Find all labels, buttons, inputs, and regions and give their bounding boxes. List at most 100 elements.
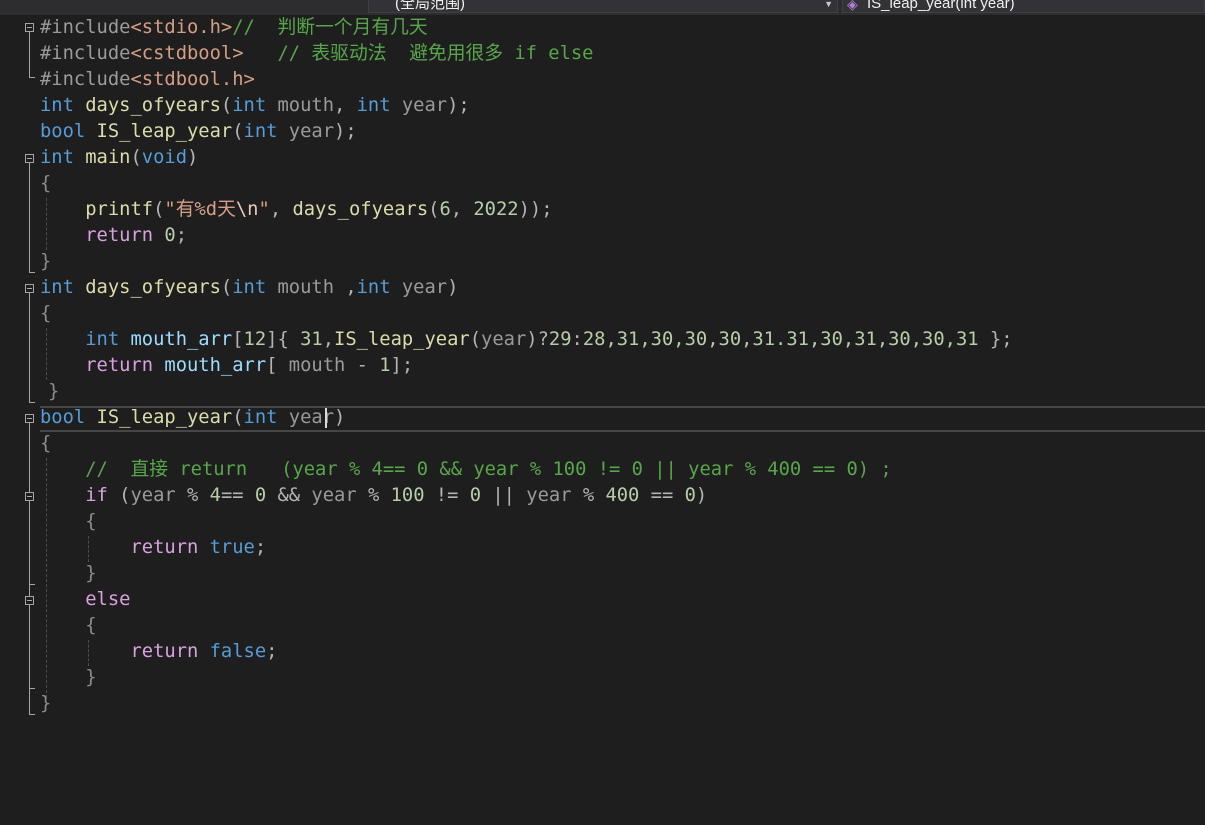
code-line-23: else [40, 587, 130, 613]
navigation-bar: (全局范围) ▼ ◈ IS_leap_year(int year) [0, 0, 1205, 15]
operator: % [175, 485, 210, 506]
preprocessor-directive: #include [40, 43, 131, 64]
operator: - [345, 355, 380, 376]
boolean-literal: false [209, 641, 267, 662]
operator: != [424, 485, 470, 506]
code-line-6: int main(void) [40, 145, 198, 171]
code-line-16: bool IS_leap_year(int year) [40, 405, 345, 431]
number-literal: 0 [254, 485, 267, 506]
code-line-2: #include<cstdbool> // 表驱动法 避免用很多 if else [40, 41, 594, 67]
code-line-19: if (year % 4== 0 && year % 100 != 0 || y… [40, 483, 707, 509]
type-keyword: int [232, 277, 267, 298]
control-keyword: return [130, 641, 199, 662]
code-editor[interactable]: #include<stdio.h>// 判断一个月有几天 #include<cs… [0, 15, 1205, 825]
paren: ) [526, 329, 538, 350]
function-name: main [73, 147, 131, 168]
close-brace: } [85, 667, 97, 688]
code-line-17: { [40, 431, 51, 457]
bracket: [ [266, 355, 278, 376]
fold-line [29, 501, 30, 584]
fold-end-marker [29, 77, 35, 78]
paren: ) [187, 147, 199, 168]
collapse-box-icon[interactable] [25, 23, 34, 32]
text-caret [325, 408, 327, 428]
code-line-9: return 0; [40, 223, 187, 249]
include-header: <cstdbool> [130, 43, 244, 64]
fold-line [29, 293, 30, 402]
paren: ) [447, 277, 459, 298]
code-comment: // 表驱动法 避免用很多 if else [277, 43, 594, 64]
method-icon: ◈ [847, 0, 858, 12]
control-keyword: return [85, 225, 154, 246]
close-brace: } [85, 563, 97, 584]
code-comment: // 判断一个月有几天 [232, 17, 428, 38]
chevron-down-icon: ▼ [824, 0, 833, 9]
function-name: IS_leap_year [334, 329, 470, 350]
function-name: days_ofyears [73, 277, 221, 298]
comma: , [269, 199, 293, 220]
fold-line [29, 163, 30, 272]
scope-dropdown[interactable]: (全局范围) ▼ [368, 0, 838, 13]
paren: ( [469, 329, 482, 350]
open-brace: { [40, 433, 52, 454]
collapse-box-icon[interactable] [25, 154, 34, 163]
code-line-3: #include<stdbool.h> [40, 67, 255, 93]
parameter-name: mouth [266, 277, 346, 298]
statement-end: ; [254, 537, 267, 558]
number-list: 28,31,30,30,30,31.31,30,31,30,30,31 [582, 329, 979, 350]
code-line-25: return false; [40, 639, 277, 665]
statement-end: ); [334, 121, 357, 142]
code-line-15: } [48, 379, 59, 405]
include-header: <stdio.h> [130, 17, 233, 38]
type-keyword: int [40, 147, 74, 168]
parameter-name: mouth [266, 95, 334, 116]
collapse-box-icon[interactable] [25, 414, 34, 423]
code-line-4: int days_ofyears(int mouth, int year); [40, 93, 470, 119]
paren: ( [232, 407, 244, 428]
function-name: IS_leap_year [85, 407, 233, 428]
type-keyword: int [85, 329, 120, 350]
type-keyword: void [141, 147, 188, 168]
statement-end: ; [175, 225, 188, 246]
paren: ) [695, 485, 708, 506]
type-keyword: int [243, 407, 278, 428]
code-line-22: } [40, 561, 97, 587]
paren: ( [107, 485, 131, 506]
boolean-literal: true [209, 537, 255, 558]
paren: ( [153, 199, 165, 220]
string-literal: " [258, 199, 270, 220]
operator: % [356, 485, 391, 506]
parameter-name: year [390, 95, 448, 116]
parameter-name: year [390, 277, 448, 298]
code-line-18: // 直接 return (year % 4== 0 && year % 100… [40, 457, 891, 483]
preprocessor-directive: #include [40, 17, 131, 38]
number-literal: 1 [379, 355, 391, 376]
parameter-name: mouth [277, 355, 346, 376]
collapse-box-icon[interactable] [25, 492, 34, 501]
type-keyword: bool [40, 407, 86, 428]
member-dropdown[interactable]: ◈ IS_leap_year(int year) [842, 0, 1205, 13]
fold-line [29, 32, 30, 77]
parameter-name: year [277, 121, 335, 142]
string-literal: "有%d天 [164, 199, 236, 220]
paren: ( [130, 147, 142, 168]
operator: % [571, 485, 606, 506]
code-line-13: int mouth_arr[12]{ 31,IS_leap_year(year)… [40, 327, 1012, 353]
type-keyword: int [356, 277, 391, 298]
number-literal: 4 [209, 485, 221, 506]
scope-dropdown-label: (全局范围) [395, 0, 465, 12]
collapse-box-icon[interactable] [25, 596, 34, 605]
comma: , [334, 95, 357, 116]
type-keyword: int [232, 95, 267, 116]
parameter-name: year [311, 485, 357, 506]
collapse-box-icon[interactable] [25, 284, 34, 293]
number-literal: 31 [300, 329, 323, 350]
code-line-10: } [40, 249, 51, 275]
statement-end: ]; [390, 355, 414, 376]
number-literal: 2022 [473, 199, 519, 220]
code-line-5: bool IS_leap_year(int year); [40, 119, 357, 145]
function-name: days_ofyears [73, 95, 221, 116]
